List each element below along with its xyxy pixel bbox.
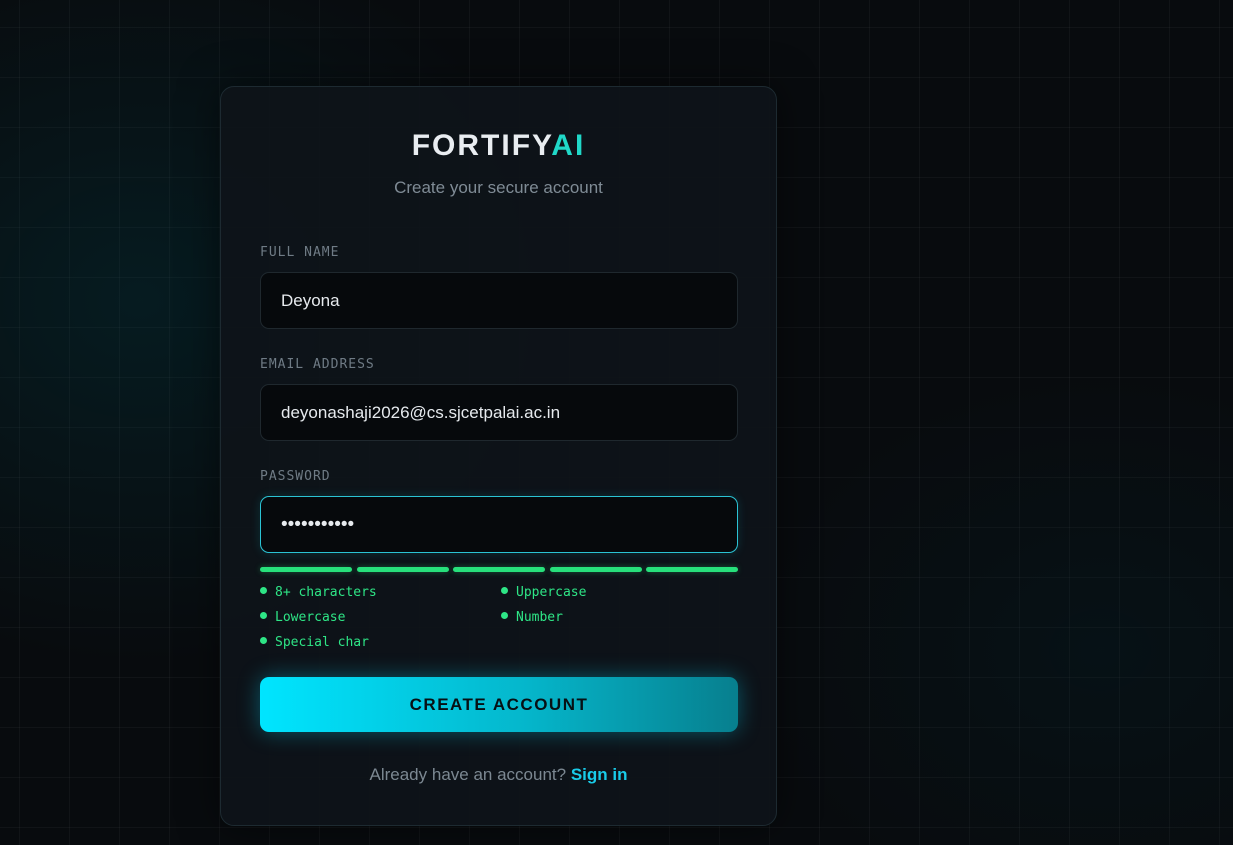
check-dot-icon [260, 587, 267, 594]
signin-prompt-text: Already have an account? [369, 765, 567, 784]
password-strength-meter [260, 567, 738, 572]
create-account-button[interactable]: CREATE ACCOUNT [260, 677, 738, 732]
requirement-label: Lowercase [275, 610, 346, 625]
password-label: PASSWORD [260, 469, 331, 484]
full-name-label: FULL NAME [260, 245, 340, 260]
signup-card: FORTIFYAI Create your secure account FUL… [220, 86, 777, 826]
strength-segment [549, 567, 642, 572]
check-dot-icon [260, 612, 267, 619]
requirement-item: Uppercase [501, 585, 586, 601]
brand-logo: FORTIFYAI [221, 128, 776, 164]
check-dot-icon [501, 587, 508, 594]
requirement-label: Number [516, 610, 563, 625]
requirement-item: Lowercase [260, 610, 345, 626]
password-input[interactable]: ••••••••••• [260, 496, 738, 553]
strength-segment [646, 567, 738, 572]
brand-name-accent: AI [551, 129, 586, 162]
requirement-item: Special char [260, 635, 369, 651]
check-dot-icon [501, 612, 508, 619]
strength-segment [453, 567, 545, 572]
email-input[interactable]: deyonashaji2026@cs.sjcetpalai.ac.in [260, 384, 738, 441]
full-name-input[interactable]: Deyona [260, 272, 738, 329]
check-dot-icon [260, 637, 267, 644]
requirement-item: Number [501, 610, 563, 626]
strength-segment [356, 567, 449, 572]
strength-segment [260, 567, 352, 572]
brand-name-main: FORTIFY [411, 129, 552, 162]
requirement-label: Uppercase [516, 585, 587, 600]
email-label: EMAIL ADDRESS [260, 357, 375, 372]
page-subtitle: Create your secure account [394, 178, 603, 197]
sign-in-link[interactable]: Sign in [571, 765, 628, 784]
requirement-item: 8+ characters [260, 585, 377, 601]
requirement-label: 8+ characters [275, 585, 377, 600]
signin-prompt: Already have an account? Sign in [221, 765, 776, 785]
requirement-label: Special char [275, 635, 369, 650]
